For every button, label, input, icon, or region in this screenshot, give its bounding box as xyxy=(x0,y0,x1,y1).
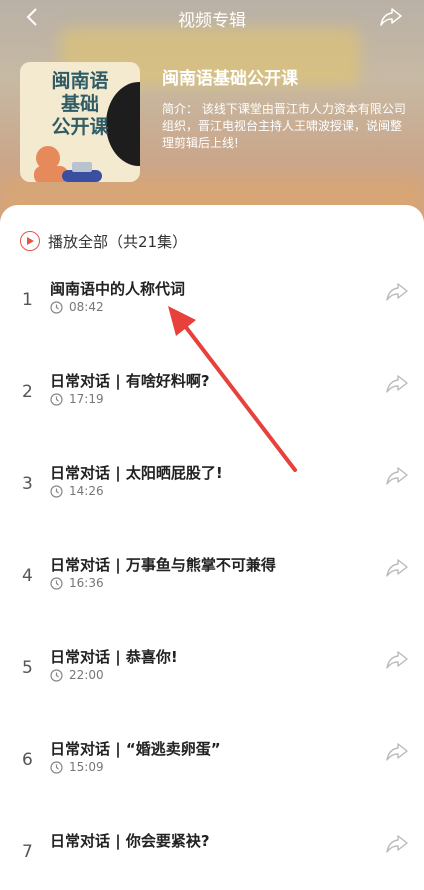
share-arrow-icon[interactable] xyxy=(386,466,408,486)
episode-number: 6 xyxy=(22,750,33,770)
clock-icon xyxy=(50,300,63,314)
episode-duration: 14:26 xyxy=(50,484,104,498)
album-description: 简介： 该线下课堂由晋江市人力资本有限公司组织，晋江电视台主持人王啸波授课，说闽… xyxy=(162,102,406,150)
episode-duration: 16:36 xyxy=(50,576,104,590)
episode-duration: 22:00 xyxy=(50,668,104,682)
share-arrow-icon[interactable] xyxy=(386,558,408,578)
episode-item[interactable]: 2 日常对话 | 有啥好料啊? 17:19 xyxy=(0,370,424,430)
episode-item[interactable]: 7 日常对话 | 你会要紧袂? xyxy=(0,830,424,890)
clock-icon xyxy=(50,576,63,590)
page-title: 视频专辑 xyxy=(178,11,246,31)
episode-title: 日常对话 | 你会要紧袂? xyxy=(50,832,210,850)
cover-illustration xyxy=(34,146,102,182)
episode-duration: 15:09 xyxy=(50,760,104,774)
episode-title: 日常对话 | 有啥好料啊? xyxy=(50,372,210,390)
episode-title: 日常对话 | 万事鱼与熊掌不可兼得 xyxy=(50,556,276,574)
episode-title: 闽南语中的人称代词 xyxy=(50,280,186,298)
episode-item[interactable]: 6 日常对话 | “婚逃卖卵蛋” 15:09 xyxy=(0,738,424,798)
episode-item[interactable]: 3 日常对话 | 太阳晒屁股了! 14:26 xyxy=(0,462,424,522)
share-arrow-icon[interactable] xyxy=(386,282,408,302)
episode-number: 5 xyxy=(22,658,33,678)
share-arrow-icon[interactable] xyxy=(386,374,408,394)
top-bar: 视频专辑 xyxy=(0,0,424,34)
episode-title: 日常对话 | 恭喜你! xyxy=(50,648,178,666)
episode-number: 7 xyxy=(22,842,33,862)
album-name: 闽南语基础公开课 xyxy=(162,69,298,89)
episode-title: 日常对话 | “婚逃卖卵蛋” xyxy=(50,740,221,758)
album-cover: 闽南语 基础 公开课 xyxy=(20,62,140,182)
episode-item[interactable]: 5 日常对话 | 恭喜你! 22:00 xyxy=(0,646,424,706)
episode-item[interactable]: 1 闽南语中的人称代词 08:42 xyxy=(0,278,424,338)
share-arrow-icon[interactable] xyxy=(386,650,408,670)
episode-title: 日常对话 | 太阳晒屁股了! xyxy=(50,464,223,482)
share-arrow-icon[interactable] xyxy=(386,742,408,762)
clock-icon xyxy=(50,392,63,406)
clock-icon xyxy=(50,668,63,682)
episode-number: 3 xyxy=(22,474,33,494)
cover-title: 闽南语 基础 公开课 xyxy=(51,70,109,138)
episode-item[interactable]: 4 日常对话 | 万事鱼与熊掌不可兼得 16:36 xyxy=(0,554,424,614)
episode-number: 4 xyxy=(22,566,33,586)
clock-icon xyxy=(50,484,63,498)
episode-number: 2 xyxy=(22,382,33,402)
play-all-button[interactable]: 播放全部（共21集） xyxy=(20,230,187,252)
play-all-label: 播放全部（共21集） xyxy=(48,232,188,251)
episode-duration: 17:19 xyxy=(50,392,104,406)
play-icon xyxy=(20,231,40,251)
share-arrow-icon[interactable] xyxy=(380,7,402,27)
share-arrow-icon[interactable] xyxy=(386,834,408,854)
episode-duration: 08:42 xyxy=(50,300,104,314)
episode-number: 1 xyxy=(22,290,33,310)
clock-icon xyxy=(50,760,63,774)
